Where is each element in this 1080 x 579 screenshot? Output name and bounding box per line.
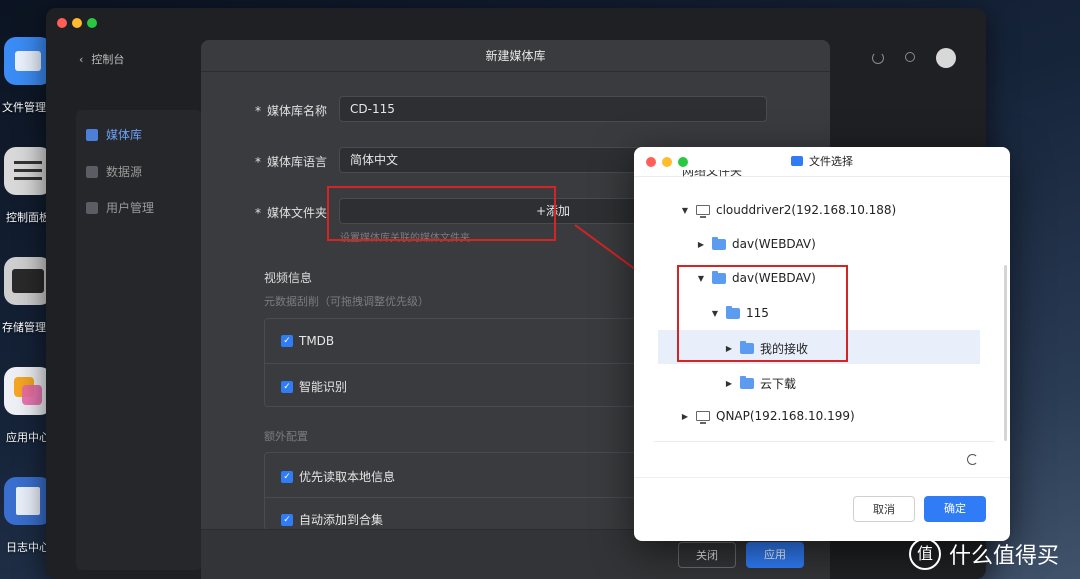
control-panel-app-icon[interactable] [4, 147, 52, 195]
nav-item-media-library[interactable]: 媒体库 [86, 126, 142, 143]
tree-scrollbar[interactable] [1004, 265, 1007, 441]
tree-item-qnap[interactable]: ▶ QNAP(192.168.10.199) [680, 409, 855, 424]
watermark: 值 什么值得买 [909, 538, 1059, 570]
nav-label: 数据源 [106, 165, 143, 179]
check-icon: ✓ [281, 470, 293, 483]
scraper-hint: 元数据刮削（可拖拽调整优先级） [264, 295, 429, 308]
media-icon [86, 128, 98, 141]
language-label: * 媒体库语言 [255, 155, 328, 169]
computer-icon [696, 411, 710, 424]
check-icon: ✓ [281, 513, 293, 526]
checkbox-label: 自动添加到合集 [299, 513, 384, 527]
cancel-button[interactable]: 取消 [853, 496, 915, 522]
triangle-right-icon: ▶ [725, 379, 733, 388]
checkbox-label: 智能识别 [299, 380, 348, 394]
folder-icon [791, 156, 803, 166]
datasource-icon [86, 165, 98, 178]
search-icon[interactable] [905, 52, 915, 62]
nav-item-datasource[interactable]: 数据源 [86, 163, 142, 180]
close-window-button[interactable] [57, 18, 67, 28]
back-label: 控制台 [91, 53, 125, 66]
video-section-title: 视频信息 [264, 271, 313, 285]
scraper-smart-checkbox[interactable]: ✓ 智能识别 [281, 378, 347, 395]
minimize-window-button[interactable] [72, 18, 82, 28]
prefer-local-checkbox[interactable]: ✓ 优先读取本地信息 [281, 468, 395, 485]
zoom-window-button[interactable] [87, 18, 97, 28]
avatar[interactable] [936, 48, 956, 68]
back-link[interactable]: ‹ 控制台 [79, 51, 124, 67]
extra-section-title: 额外配置 [264, 430, 308, 443]
folder-icon [712, 236, 726, 250]
annotation-box-add [327, 186, 556, 241]
confirm-button[interactable]: 确定 [924, 496, 986, 522]
scraper-tmdb-checkbox[interactable]: ✓ TMDB [281, 334, 334, 348]
tree-partial-header: 网络文件夹 [682, 170, 743, 178]
scraper-list: ✓ TMDB ✓ 智能识别 [264, 318, 664, 407]
extra-options: ✓ 优先读取本地信息 ✓ 自动添加到合集 [264, 452, 664, 530]
annotation-box-tree [677, 265, 848, 362]
tree-item-dav-1[interactable]: ▶ dav(WEBDAV) [696, 236, 816, 251]
apply-button[interactable]: 应用 [746, 542, 804, 568]
file-manager-app-icon[interactable] [4, 37, 52, 85]
chevron-left-icon: ‹ [79, 52, 84, 66]
triangle-right-icon: ▶ [681, 411, 689, 421]
library-name-input[interactable]: CD-115 [339, 96, 767, 122]
app-center-icon[interactable] [4, 367, 52, 415]
nav-label: 媒体库 [106, 128, 143, 142]
tree-item-clouddriver2[interactable]: ▼ clouddriver2(192.168.10.188) [680, 203, 897, 218]
checkbox-label: 优先读取本地信息 [299, 470, 396, 484]
log-center-icon[interactable] [4, 477, 52, 525]
title-text: 文件选择 [809, 155, 853, 168]
close-button[interactable]: 关闭 [678, 542, 736, 568]
folder-label: * 媒体文件夹 [255, 206, 328, 220]
auto-collection-checkbox[interactable]: ✓ 自动添加到合集 [281, 511, 383, 528]
nav-item-users[interactable]: 用户管理 [86, 199, 154, 216]
file-chooser-footer: 取消 确定 [634, 477, 1010, 541]
triangle-right-icon: ▶ [697, 239, 705, 249]
computer-icon [696, 205, 710, 218]
sidebar: 媒体库 数据源 用户管理 [76, 110, 202, 570]
folder-icon [740, 376, 754, 389]
triangle-down-icon: ▼ [681, 205, 689, 215]
storage-app-icon[interactable] [4, 257, 52, 305]
check-icon: ✓ [281, 335, 293, 347]
refresh-icon[interactable] [872, 52, 884, 64]
refresh-icon[interactable] [967, 454, 978, 465]
tree-label: clouddriver2(192.168.10.188) [716, 203, 897, 217]
watermark-text: 什么值得买 [949, 544, 1060, 569]
watermark-logo-icon: 值 [909, 538, 941, 570]
check-icon: ✓ [281, 380, 293, 393]
tree-label: 云下载 [760, 377, 797, 391]
tree-label: dav(WEBDAV) [732, 237, 816, 251]
checkbox-label: TMDB [299, 334, 335, 348]
tree-divider [654, 441, 994, 442]
tree-label: QNAP(192.168.10.199) [716, 409, 855, 423]
dialog-title: 新建媒体库 [201, 40, 830, 72]
name-label: * 媒体库名称 [255, 104, 328, 118]
nav-label: 用户管理 [106, 201, 155, 215]
users-icon [86, 201, 98, 214]
tree-item-cloud-download[interactable]: ▶ 云下载 [724, 375, 796, 392]
